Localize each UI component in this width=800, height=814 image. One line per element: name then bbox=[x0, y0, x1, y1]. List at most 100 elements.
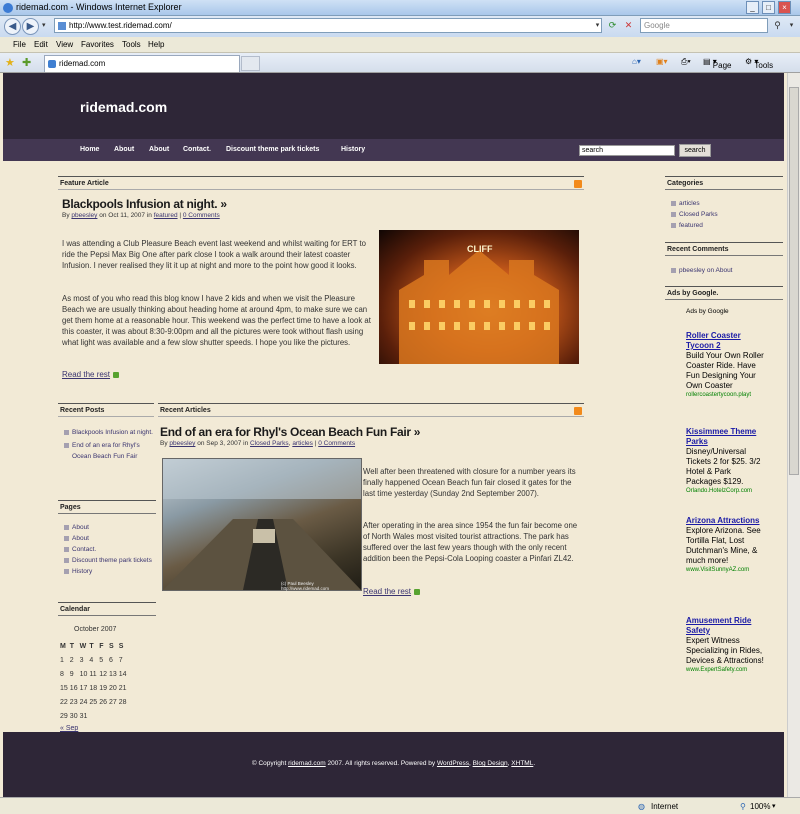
tools-menu[interactable]: ⚙ Tools ▾ bbox=[745, 57, 773, 70]
ad-url[interactable]: rollercoastertycoon.playt bbox=[686, 391, 766, 400]
page-link-discount-tickets[interactable]: Discount theme park tickets bbox=[62, 555, 154, 566]
nav-about-1[interactable]: About bbox=[114, 146, 134, 153]
rss-icon[interactable] bbox=[574, 407, 582, 415]
nav-contact[interactable]: Contact. bbox=[183, 146, 211, 153]
search-icon[interactable]: ⚲ bbox=[770, 18, 785, 33]
page-menu[interactable]: ▤ Page ▾ bbox=[703, 57, 731, 70]
site-search-input[interactable]: search bbox=[579, 145, 675, 156]
photo-sign-text: CLIFF bbox=[467, 244, 493, 254]
site-search-button[interactable]: search bbox=[679, 144, 711, 157]
page-link-about[interactable]: About bbox=[62, 533, 154, 544]
search-options-icon[interactable]: ▾ bbox=[784, 18, 799, 33]
meta-author-link[interactable]: pbeesley bbox=[71, 212, 97, 219]
maximize-button[interactable]: □ bbox=[762, 1, 775, 14]
calendar-day: 21 bbox=[118, 684, 127, 692]
menu-view[interactable]: View bbox=[56, 40, 73, 49]
zoom-dropdown-icon[interactable]: ▾ bbox=[772, 802, 776, 810]
category-link-articles[interactable]: articles bbox=[669, 198, 779, 209]
meta-author-link[interactable]: pbeesley bbox=[169, 440, 195, 447]
feature-article-title[interactable]: Blackpools Infusion at night. » bbox=[62, 197, 227, 211]
refresh-icon[interactable]: ⟳ bbox=[605, 18, 620, 33]
ad-url[interactable]: www.ExpertSafety.com bbox=[686, 666, 766, 675]
footer-wordpress-link[interactable]: WordPress bbox=[437, 760, 469, 767]
calendar-day: 29 bbox=[60, 712, 68, 720]
address-dropdown-icon[interactable]: ▾ bbox=[590, 18, 605, 33]
close-button[interactable]: × bbox=[778, 1, 791, 14]
feature-section-title: Feature Article bbox=[60, 180, 109, 187]
site-title[interactable]: ridemad.com bbox=[80, 99, 167, 115]
menu-file[interactable]: File bbox=[13, 40, 26, 49]
recent-read-more-link[interactable]: Read the rest bbox=[363, 587, 421, 596]
scrollbar-thumb[interactable] bbox=[789, 87, 799, 475]
feature-photo[interactable]: CLIFF bbox=[379, 230, 579, 364]
meta-category-link[interactable]: featured bbox=[154, 212, 178, 219]
calendar-day: 11 bbox=[89, 670, 97, 678]
ad-url[interactable]: Orlando.HotelzCorp.com bbox=[686, 487, 766, 496]
menu-help[interactable]: Help bbox=[148, 40, 164, 49]
menu-edit[interactable]: Edit bbox=[34, 40, 48, 49]
meta-category-link[interactable]: Closed Parks bbox=[250, 440, 289, 447]
ad-url[interactable]: www.VisitSunnyAZ.com bbox=[686, 566, 766, 575]
tools-menu-label: Tools bbox=[754, 61, 774, 70]
home-icon[interactable]: ⌂▾ bbox=[632, 57, 641, 66]
meta-category-link[interactable]: articles bbox=[292, 440, 313, 447]
new-tab-button[interactable] bbox=[241, 56, 260, 71]
ads-by-google-label[interactable]: Ads by Google bbox=[686, 308, 729, 315]
feature-section-header: Feature Article bbox=[58, 176, 584, 190]
menu-favorites[interactable]: Favorites bbox=[81, 40, 114, 49]
add-favorite-icon[interactable]: ✚ bbox=[22, 56, 31, 69]
page-link-about[interactable]: About bbox=[62, 522, 154, 533]
nav-history[interactable]: History bbox=[341, 146, 365, 153]
tab-row: ★ ✚ ridemad.com ⌂▾ ▣▾ ⎙▾ ▤ Page ▾ ⚙ Tools… bbox=[0, 53, 800, 73]
feeds-icon[interactable]: ▣▾ bbox=[656, 57, 668, 66]
recent-article-paragraph-2: After operating in the area since 1954 t… bbox=[363, 521, 578, 563]
calendar-day: 20 bbox=[108, 684, 117, 692]
print-icon[interactable]: ⎙▾ bbox=[681, 57, 691, 67]
tab-ridemad[interactable]: ridemad.com bbox=[44, 55, 240, 72]
page-link-history[interactable]: History bbox=[62, 566, 154, 577]
nav-home[interactable]: Home bbox=[80, 146, 99, 153]
calendar-day: 22 bbox=[60, 698, 68, 706]
recent-post-item[interactable]: End of an era for Rhyl's Ocean Beach Fun… bbox=[62, 440, 154, 462]
forward-icon[interactable]: ▶ bbox=[22, 18, 39, 35]
address-input[interactable]: http://www.test.ridemad.com/ bbox=[54, 18, 602, 33]
footer-xhtml-link[interactable]: XHTML bbox=[511, 760, 533, 767]
weekday-label: S bbox=[118, 642, 124, 650]
ad-title-link[interactable]: Roller Coaster Tycoon 2 bbox=[686, 331, 766, 351]
meta-comments-link[interactable]: 0 Comments bbox=[318, 440, 355, 447]
category-link-closed-parks[interactable]: Closed Parks bbox=[669, 209, 779, 220]
recent-article-photo[interactable]: (c) Paul Beesley http://www.ridemad.com bbox=[162, 458, 362, 591]
stop-icon[interactable]: ✕ bbox=[621, 18, 636, 33]
window-title: ridemad.com - Windows Internet Explorer bbox=[16, 2, 182, 12]
rss-icon[interactable] bbox=[574, 180, 582, 188]
recent-post-item[interactable]: Blackpools Infusion at night. bbox=[62, 427, 154, 438]
meta-by: By bbox=[160, 440, 168, 447]
footer-site-link[interactable]: ridemad.com bbox=[288, 760, 326, 767]
back-icon[interactable]: ◀ bbox=[4, 18, 21, 35]
minimize-button[interactable]: _ bbox=[746, 1, 759, 14]
search-input[interactable]: Google bbox=[640, 18, 768, 33]
calendar-day bbox=[98, 709, 108, 723]
menu-tools[interactable]: Tools bbox=[122, 40, 141, 49]
nav-discount-tickets[interactable]: Discount theme park tickets bbox=[226, 146, 319, 153]
calendar-prev-link[interactable]: « Sep bbox=[60, 725, 78, 732]
calendar-weekday-row: M T W T F S S bbox=[59, 639, 128, 653]
page-link-contact[interactable]: Contact. bbox=[62, 544, 154, 555]
footer-blog-design-link[interactable]: Blog Design bbox=[473, 760, 508, 767]
category-link-featured[interactable]: featured bbox=[669, 220, 779, 231]
calendar-week-row: 8 9 10 11 12 13 14 bbox=[59, 667, 128, 681]
vertical-scrollbar[interactable] bbox=[787, 73, 800, 797]
history-dropdown-icon[interactable]: ▾ bbox=[42, 21, 46, 29]
meta-comments-link[interactable]: 0 Comments bbox=[183, 212, 220, 219]
ad-title-link[interactable]: Kissimmee Theme Parks bbox=[686, 427, 766, 447]
recent-article-title[interactable]: End of an era for Rhyl's Ocean Beach Fun… bbox=[160, 425, 420, 439]
weekday-label: M bbox=[60, 642, 66, 650]
favorites-star-icon[interactable]: ★ bbox=[5, 56, 15, 69]
ad-title-link[interactable]: Arizona Attractions bbox=[686, 516, 766, 526]
feature-read-more-link[interactable]: Read the rest bbox=[62, 370, 120, 379]
ad-title-link[interactable]: Amusement Ride Safety bbox=[686, 616, 766, 636]
footer-powered: 2007. All rights reserved. Powered by bbox=[327, 760, 436, 767]
nav-about-2[interactable]: About bbox=[149, 146, 169, 153]
zoom-level[interactable]: 100% bbox=[750, 802, 770, 811]
recent-comment-item[interactable]: pbeesley on About bbox=[669, 265, 779, 276]
